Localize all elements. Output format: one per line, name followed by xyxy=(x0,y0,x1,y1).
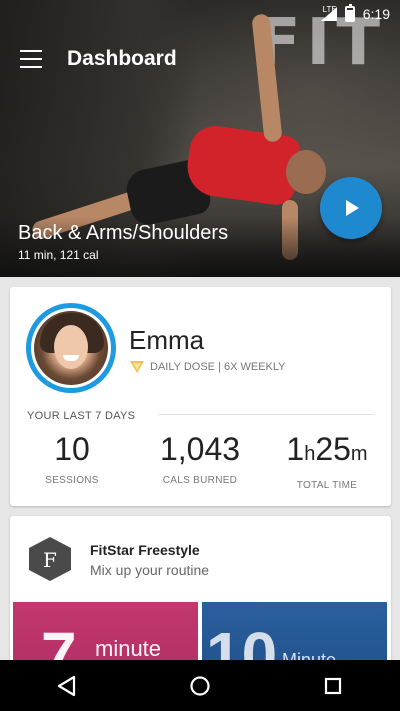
total-time-value: 1h25m xyxy=(286,431,368,467)
avatar-ring xyxy=(26,303,116,393)
user-name: Emma xyxy=(129,325,205,355)
profile-card[interactable]: Emma DAILY DOSE | 6X WEEKLY YOUR LAST 7 … xyxy=(10,287,391,506)
hamburger-menu-icon[interactable] xyxy=(20,50,42,68)
calories-label: CALS BURNED xyxy=(162,475,238,486)
stat-calories: 1,043 CALS BURNED xyxy=(150,431,250,486)
workout-meta: 11 min, 121 cal xyxy=(18,248,99,262)
tile-label: minute xyxy=(95,636,162,661)
stat-total-time: 1h25m TOTAL TIME xyxy=(268,431,386,491)
stat-sessions: 10 SESSIONS xyxy=(32,431,112,486)
status-time: 6:19 xyxy=(362,6,390,22)
badge-icon xyxy=(130,361,144,373)
recents-icon[interactable] xyxy=(313,666,353,706)
navigation-bar xyxy=(0,660,400,711)
freestyle-subtitle: Mix up your routine xyxy=(90,562,210,578)
signal-icon xyxy=(320,7,337,21)
sessions-label: SESSIONS xyxy=(45,475,99,486)
sessions-value: 10 xyxy=(54,431,90,467)
divider xyxy=(158,414,374,415)
back-icon[interactable] xyxy=(47,666,87,706)
play-icon xyxy=(346,200,359,216)
svg-text:F: F xyxy=(43,548,57,572)
daily-dose: DAILY DOSE | 6X WEEKLY xyxy=(130,361,286,373)
calories-value: 1,043 xyxy=(159,431,241,467)
battery-icon xyxy=(344,4,355,22)
avatar[interactable] xyxy=(34,311,108,385)
workout-title[interactable]: Back & Arms/Shoulders xyxy=(18,222,228,245)
daily-dose-label: DAILY DOSE | 6X WEEKLY xyxy=(150,361,286,373)
fitstar-logo-icon: F xyxy=(28,536,72,582)
last-days-label: YOUR LAST 7 DAYS xyxy=(27,410,136,422)
freestyle-title: FitStar Freestyle xyxy=(90,542,200,558)
play-button[interactable] xyxy=(320,177,382,239)
status-bar: LTE 6:19 xyxy=(0,0,400,28)
page-title: Dashboard xyxy=(67,47,177,70)
total-time-label: TOTAL TIME xyxy=(296,480,358,491)
home-icon[interactable] xyxy=(180,666,220,706)
